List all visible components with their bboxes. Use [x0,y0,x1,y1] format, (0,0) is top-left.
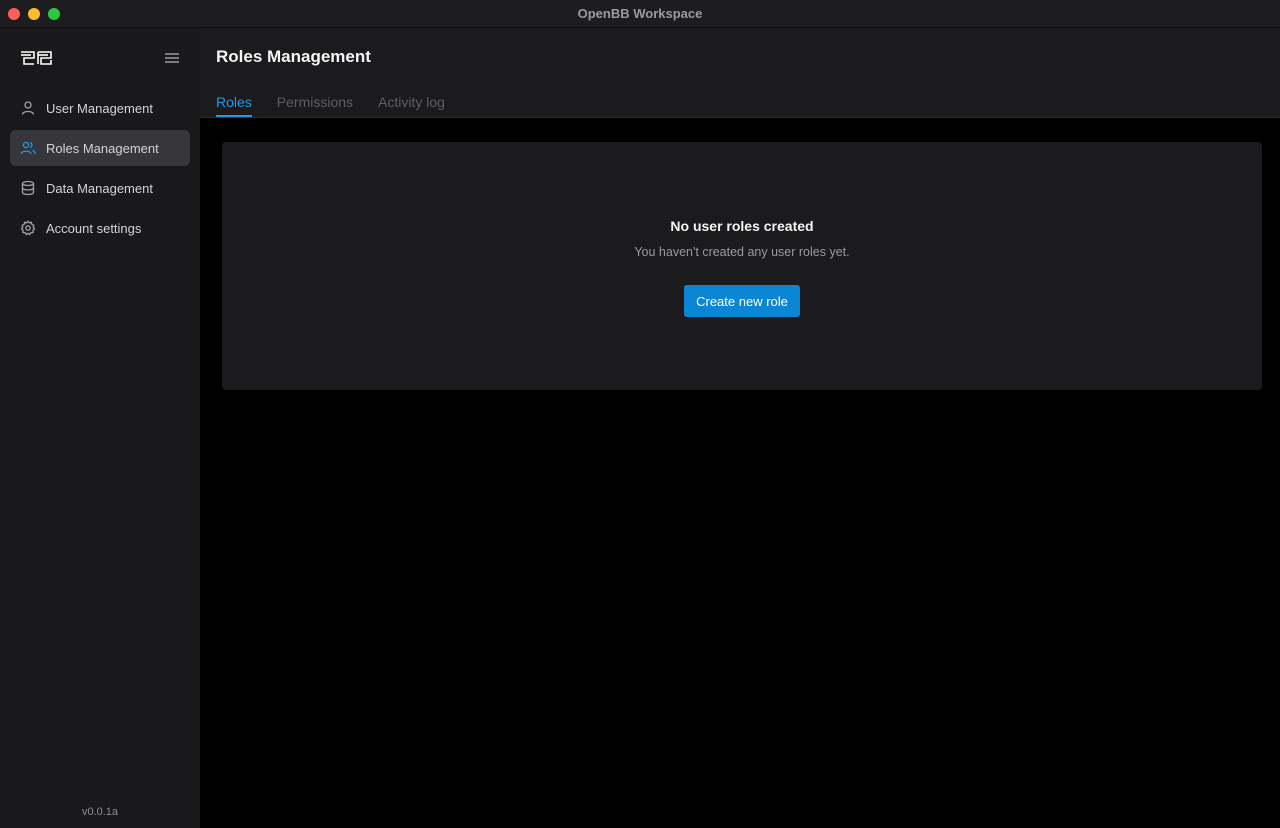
database-icon [20,180,36,196]
close-window-button[interactable] [8,8,20,20]
sidebar: User Management Roles Management Data Ma… [0,28,200,828]
sidebar-item-user-management[interactable]: User Management [10,90,190,126]
empty-state-title: No user roles created [670,218,814,234]
version-label: v0.0.1a [81,806,119,818]
empty-state-card: No user roles created You haven't create… [222,142,1262,390]
users-icon [20,140,36,156]
title-bar: OpenBB Workspace [0,0,1280,28]
gear-icon [20,220,36,236]
sidebar-item-label: Roles Management [46,140,159,156]
main-content: Roles Management Roles Permissions Activ… [200,28,1280,828]
tab-permissions[interactable]: Permissions [277,94,353,116]
sidebar-item-data-management[interactable]: Data Management [10,170,190,206]
tab-bar: Roles Permissions Activity log [216,94,470,117]
sidebar-item-label: Data Management [46,180,153,196]
menu-toggle-button[interactable] [162,49,182,67]
sidebar-item-account-settings[interactable]: Account settings [10,210,190,246]
tab-activity-log[interactable]: Activity log [378,94,445,116]
sidebar-nav: User Management Roles Management Data Ma… [10,90,190,250]
sidebar-item-label: Account settings [46,220,142,236]
window-title: OpenBB Workspace [577,6,703,21]
tab-roles[interactable]: Roles [216,94,252,117]
minimize-window-button[interactable] [28,8,40,20]
user-icon [20,100,36,116]
sidebar-item-label: User Management [46,100,153,116]
create-new-role-button[interactable]: Create new role [684,285,800,317]
window-controls [8,8,60,20]
empty-state-subtitle: You haven't created any user roles yet. [634,245,850,259]
openbb-logo-icon[interactable] [20,50,52,66]
maximize-window-button[interactable] [48,8,60,20]
hamburger-icon [165,53,179,63]
page-title: Roles Management [216,47,371,66]
sidebar-item-roles-management[interactable]: Roles Management [10,130,190,166]
page-header: Roles Management Roles Permissions Activ… [200,28,1280,118]
